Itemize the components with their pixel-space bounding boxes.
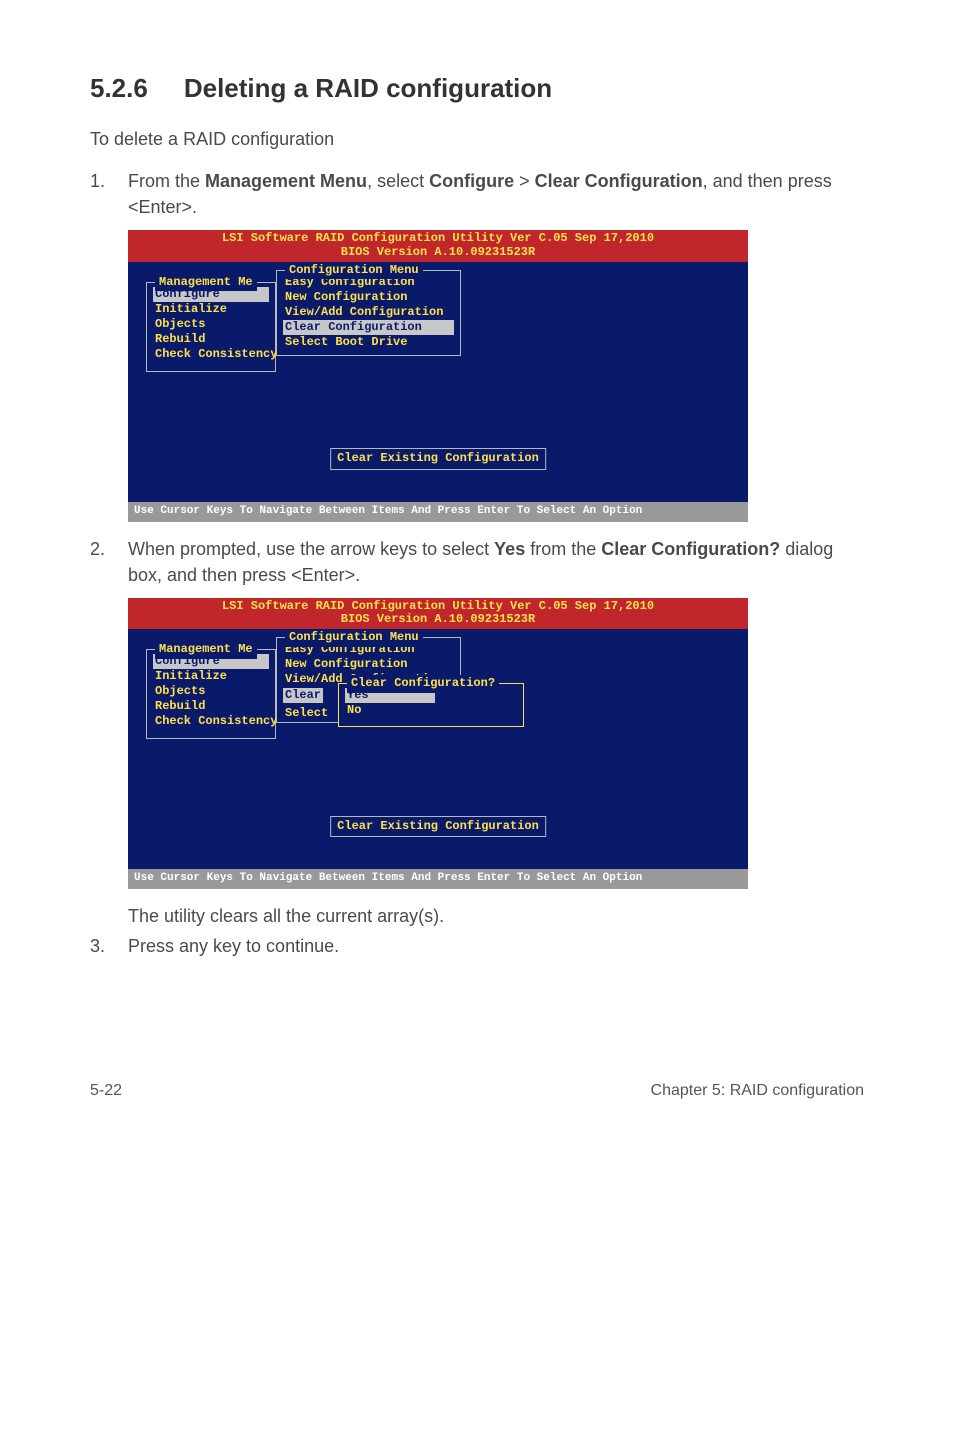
bios-status-box: Clear Existing Configuration	[330, 448, 546, 469]
section-number: 5.2.6	[90, 70, 148, 108]
bios-mgmt-title: Management Me	[155, 274, 257, 291]
utility-clears-note: The utility clears all the current array…	[128, 903, 864, 929]
bios-cfg-item-clear[interactable]: Clear	[283, 688, 323, 703]
bios-body: Management Me Configure Initialize Objec…	[128, 629, 748, 869]
bios-mgmt-item-check[interactable]: Check Consistency	[153, 714, 269, 729]
section-heading: 5.2.6 Deleting a RAID configuration	[90, 70, 864, 108]
bios-mgmt-item-objects[interactable]: Objects	[153, 684, 269, 699]
bold-yes: Yes	[494, 539, 525, 559]
bios-cfg-title: Configuration Menu	[285, 262, 423, 279]
text-frag: from the	[525, 539, 601, 559]
bios-screenshot-2: LSI Software RAID Configuration Utility …	[128, 598, 748, 890]
bios-title-line2: BIOS Version A.10.09231523R	[132, 246, 744, 260]
bios-mgmt-item-initialize[interactable]: Initialize	[153, 302, 269, 317]
bios-mgmt-item-rebuild[interactable]: Rebuild	[153, 699, 269, 714]
bold-configure: Configure	[429, 171, 514, 191]
bios-body: Management Me Configure Initialize Objec…	[128, 262, 748, 502]
bios-footer: Use Cursor Keys To Navigate Between Item…	[128, 502, 748, 522]
bios-title-line1: LSI Software RAID Configuration Utility …	[132, 600, 744, 614]
bios-confirm-box: Clear Configuration? Yes No	[338, 683, 524, 727]
bold-clear-config: Clear Configuration	[535, 171, 703, 191]
text-frag: When prompted, use the arrow keys to sel…	[128, 539, 494, 559]
text-frag: , select	[367, 171, 429, 191]
chapter-title: Chapter 5: RAID configuration	[651, 1079, 864, 1102]
page-number: 5-22	[90, 1079, 122, 1102]
bios-mgmt-box: Management Me Configure Initialize Objec…	[146, 649, 276, 739]
bios-titlebar: LSI Software RAID Configuration Utility …	[128, 230, 748, 262]
bios-cfg-item-new[interactable]: New Configuration	[283, 657, 454, 672]
bold-clear-confirm: Clear Configuration?	[601, 539, 780, 559]
bios-cfg-item-view[interactable]: View/Add Configuration	[283, 305, 454, 320]
text-frag: From the	[128, 171, 205, 191]
bios-mgmt-item-initialize[interactable]: Initialize	[153, 669, 269, 684]
bios-mgmt-item-check[interactable]: Check Consistency	[153, 347, 269, 362]
step2-text: When prompted, use the arrow keys to sel…	[128, 536, 864, 588]
bios-cfg-item-clear[interactable]: Clear Configuration	[283, 320, 454, 335]
bios-cfg-box: Configuration Menu Easy Configuration Ne…	[276, 270, 461, 356]
bios-cfg-title: Configuration Menu	[285, 629, 423, 646]
bios-screenshot-1: LSI Software RAID Configuration Utility …	[128, 230, 748, 522]
bios-title-line1: LSI Software RAID Configuration Utility …	[132, 232, 744, 246]
bios-cfg-item-new[interactable]: New Configuration	[283, 290, 454, 305]
bios-confirm-no[interactable]: No	[345, 703, 517, 718]
bios-titlebar: LSI Software RAID Configuration Utility …	[128, 598, 748, 630]
page-footer: 5-22 Chapter 5: RAID configuration	[90, 1079, 864, 1102]
step3-text: Press any key to continue.	[128, 936, 339, 956]
bios-mgmt-item-rebuild[interactable]: Rebuild	[153, 332, 269, 347]
bold-mgmt-menu: Management Menu	[205, 171, 367, 191]
bios-cfg-item-select[interactable]: Select	[283, 706, 330, 721]
step-3: Press any key to continue.	[90, 933, 864, 959]
bios-mgmt-title: Management Me	[155, 641, 257, 658]
bios-title-line2: BIOS Version A.10.09231523R	[132, 613, 744, 627]
bios-footer: Use Cursor Keys To Navigate Between Item…	[128, 869, 748, 889]
bios-confirm-title: Clear Configuration?	[347, 675, 499, 692]
intro-text: To delete a RAID configuration	[90, 126, 864, 152]
bios-mgmt-item-objects[interactable]: Objects	[153, 317, 269, 332]
text-frag: >	[514, 171, 535, 191]
step-1: From the Management Menu, select Configu…	[90, 168, 864, 522]
bios-mgmt-box: Management Me Configure Initialize Objec…	[146, 282, 276, 372]
step-2: When prompted, use the arrow keys to sel…	[90, 536, 864, 890]
step1-text: From the Management Menu, select Configu…	[128, 168, 864, 220]
bios-status-box: Clear Existing Configuration	[330, 816, 546, 837]
section-title: Deleting a RAID configuration	[184, 73, 552, 103]
bios-cfg-item-selectboot[interactable]: Select Boot Drive	[283, 335, 454, 350]
